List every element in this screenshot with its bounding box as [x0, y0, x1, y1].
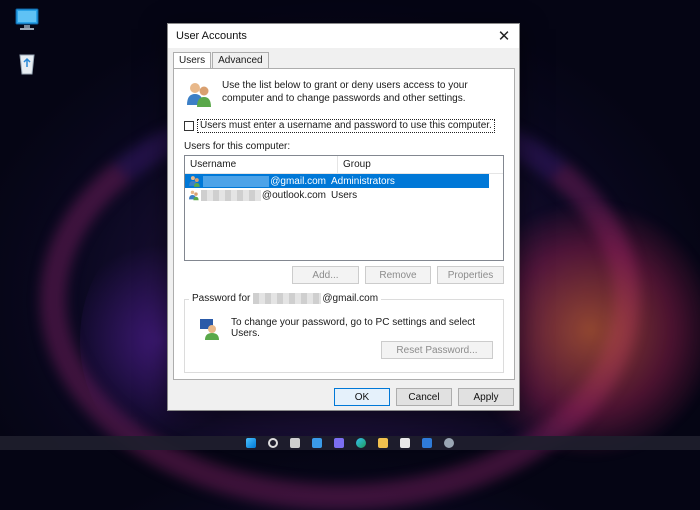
widgets-icon[interactable] — [312, 438, 322, 448]
intro-text: Use the list below to grant or deny user… — [222, 80, 468, 104]
username-domain: @outlook.com — [261, 189, 326, 201]
add-button[interactable]: Add... — [292, 266, 359, 284]
dialog-title: User Accounts — [176, 30, 247, 42]
tab-users[interactable]: Users — [173, 52, 212, 69]
password-group-legend: Password for @gmail.com — [189, 293, 382, 304]
group-cell: Administrators — [331, 175, 395, 187]
redacted-username — [201, 189, 261, 201]
redacted-username — [202, 175, 270, 187]
user-account-icon — [189, 190, 199, 201]
properties-button[interactable]: Properties — [437, 266, 504, 284]
users-icon — [187, 83, 211, 107]
close-button[interactable]: ✕ — [489, 24, 519, 48]
settings-icon[interactable] — [444, 438, 454, 448]
title-bar[interactable]: User Accounts ✕ — [168, 24, 519, 48]
intro-section: Use the list below to grant or deny user… — [184, 79, 512, 109]
password-group: Password for @gmail.com To change your p… — [184, 293, 504, 373]
user-cell: @gmail.com — [185, 175, 326, 187]
windows-start-icon[interactable] — [246, 438, 256, 448]
require-password-option[interactable]: Users must enter a username and password… — [184, 119, 495, 133]
user-accounts-dialog: User Accounts ✕ Users Advanced Use the l… — [167, 23, 520, 411]
users-list[interactable]: Username Group @gmail.com Administrators — [184, 155, 504, 261]
password-for-domain: @gmail.com — [322, 293, 379, 304]
tab-advanced[interactable]: Advanced — [212, 52, 269, 68]
taskbar — [0, 436, 700, 450]
user-account-icon — [189, 176, 200, 187]
password-instructions: To change your password, go to PC settin… — [231, 317, 476, 339]
users-list-label: Users for this computer: — [184, 141, 291, 152]
password-for-label: Password for — [192, 293, 251, 304]
user-password-icon — [200, 319, 219, 340]
cancel-button[interactable]: Cancel — [396, 388, 452, 406]
remove-button[interactable]: Remove — [365, 266, 431, 284]
ok-button[interactable]: OK — [334, 388, 390, 406]
chat-icon[interactable] — [334, 438, 344, 448]
users-tab-panel: Use the list below to grant or deny user… — [173, 68, 515, 380]
apply-button[interactable]: Apply — [458, 388, 514, 406]
edge-icon[interactable] — [356, 438, 366, 448]
user-row[interactable]: @outlook.com Users — [185, 188, 503, 202]
group-cell: Users — [331, 189, 358, 201]
require-password-label[interactable]: Users must enter a username and password… — [197, 119, 495, 133]
reset-password-button[interactable]: Reset Password... — [381, 341, 493, 359]
task-view-icon[interactable] — [290, 438, 300, 448]
redacted-username — [253, 293, 322, 304]
column-header-group[interactable]: Group — [338, 156, 371, 173]
this-pc-icon[interactable] — [14, 6, 40, 32]
mail-icon[interactable] — [422, 438, 432, 448]
require-password-checkbox[interactable] — [184, 121, 194, 131]
search-icon[interactable] — [268, 438, 278, 448]
username-domain: @gmail.com — [270, 175, 326, 187]
recycle-bin-icon[interactable] — [14, 50, 40, 76]
tab-strip: Users Advanced — [173, 52, 270, 69]
user-cell: @outlook.com — [185, 189, 326, 201]
column-header-username[interactable]: Username — [185, 156, 338, 173]
file-explorer-icon[interactable] — [378, 438, 388, 448]
user-row[interactable]: @gmail.com Administrators — [185, 174, 489, 188]
store-icon[interactable] — [400, 438, 410, 448]
list-header: Username Group — [185, 156, 503, 174]
